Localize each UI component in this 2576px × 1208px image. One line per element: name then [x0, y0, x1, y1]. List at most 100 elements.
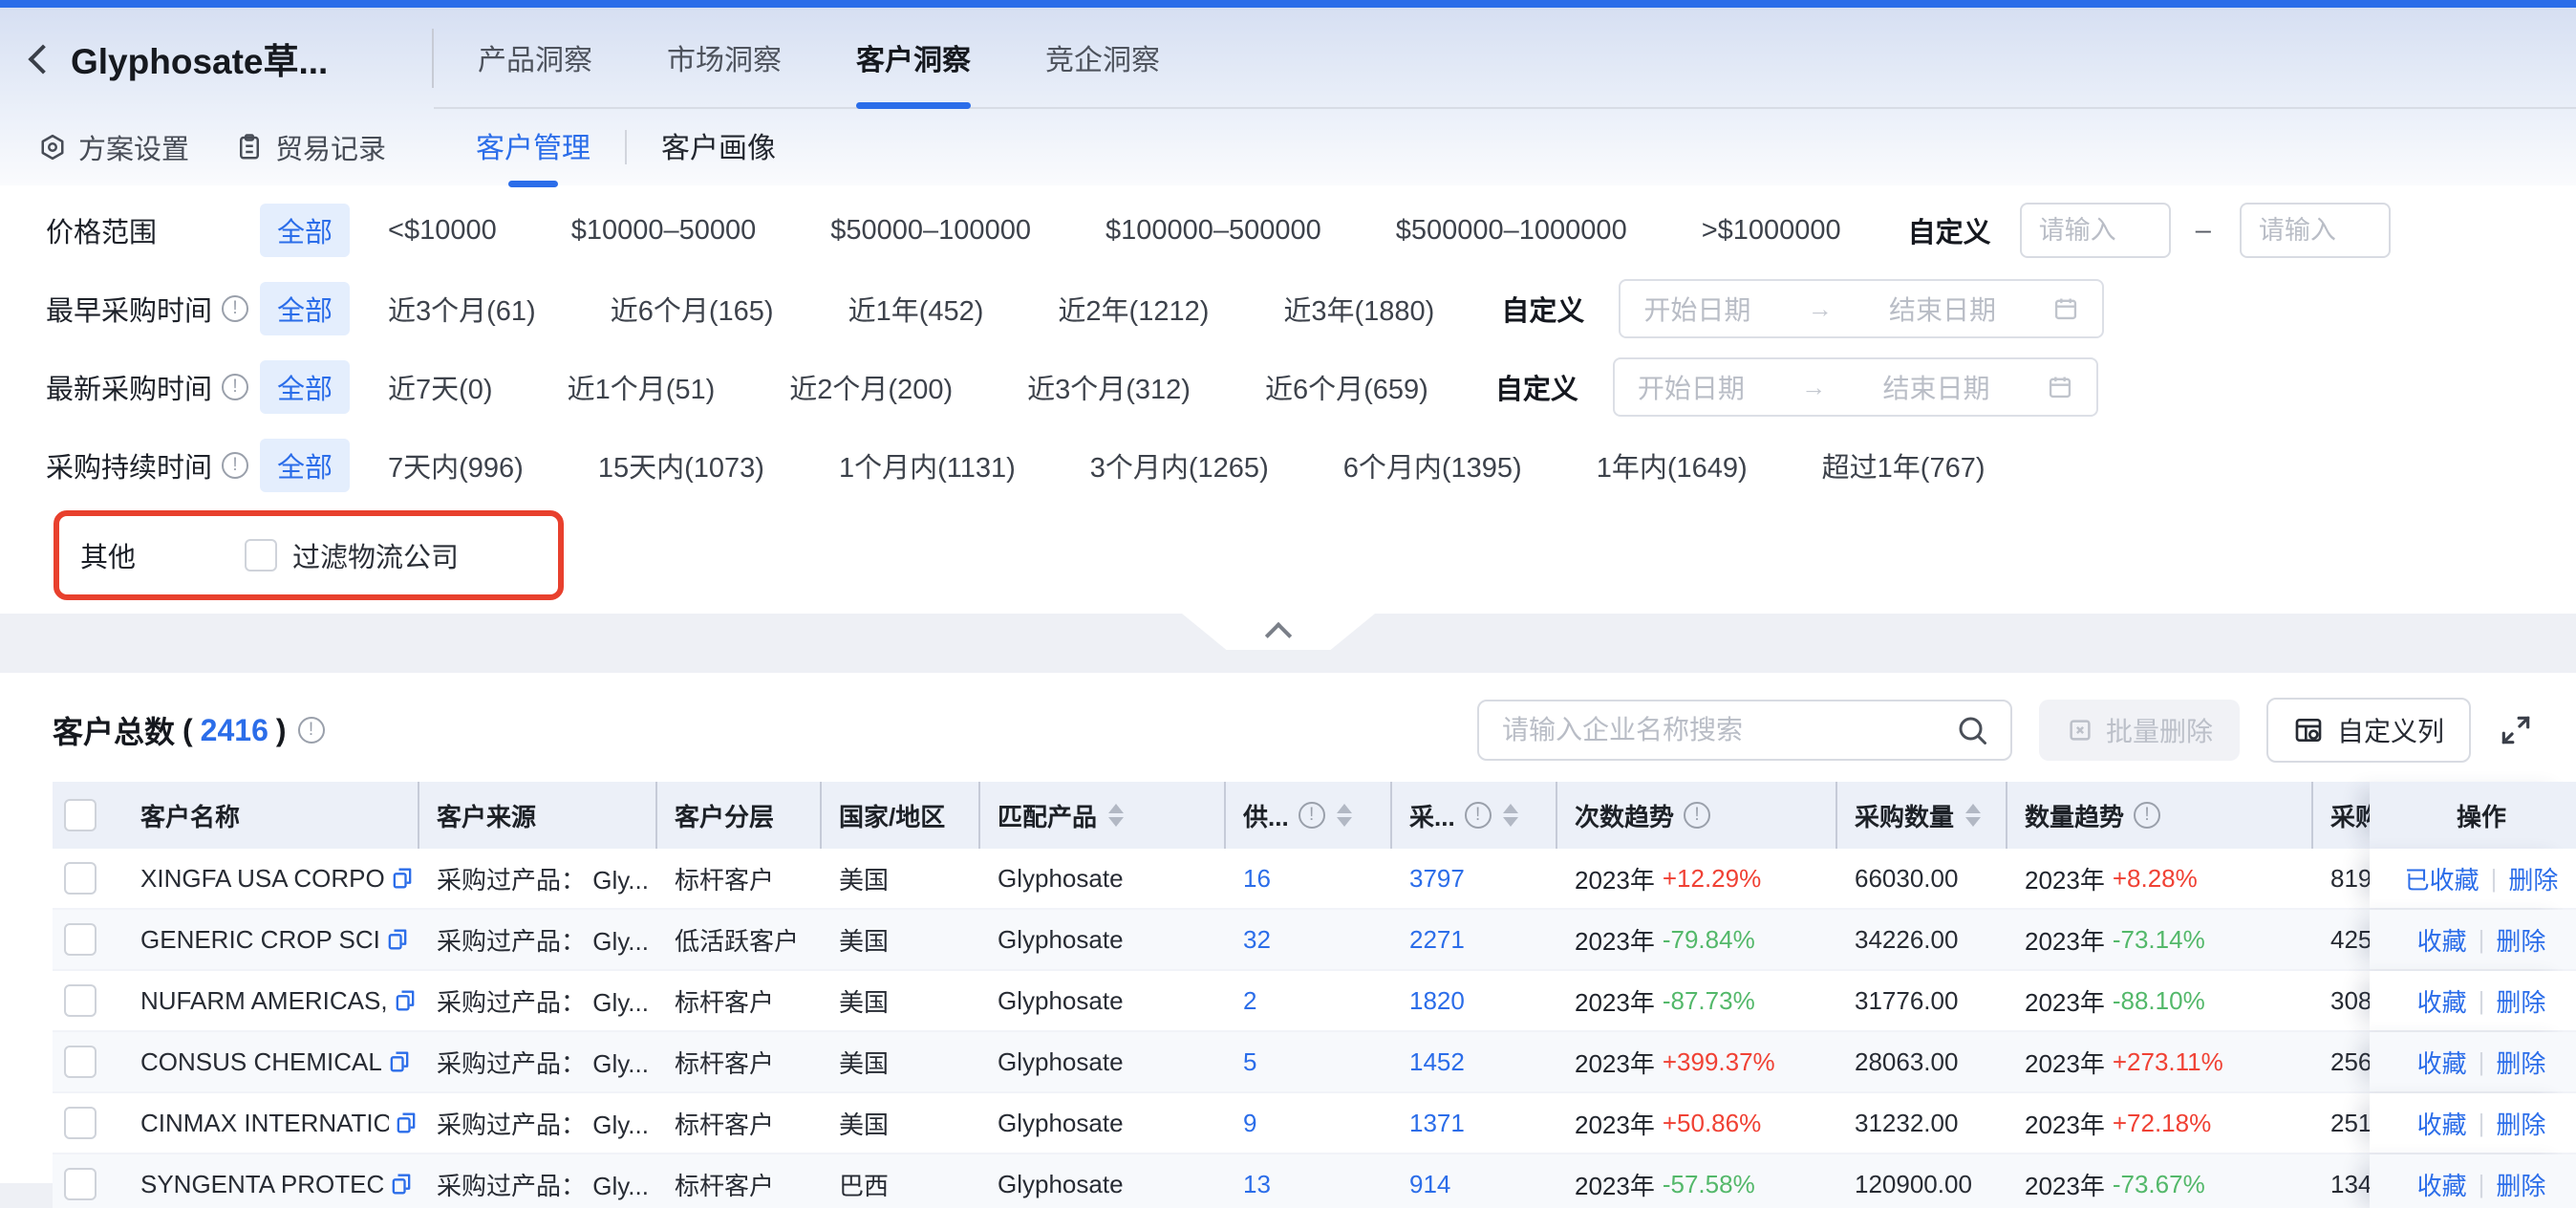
- trade-records-link[interactable]: 贸易记录: [235, 127, 386, 167]
- latest-option[interactable]: 近7天(0): [388, 367, 493, 407]
- earliest-custom-label[interactable]: 自定义: [1501, 289, 1584, 329]
- earliest-option[interactable]: 近1年(452): [848, 289, 984, 329]
- earliest-option[interactable]: 近3年(1880): [1283, 289, 1434, 329]
- duration-all-option[interactable]: 全部: [260, 439, 350, 492]
- filter-logistics-label[interactable]: 过滤物流公司: [292, 535, 459, 575]
- scheme-settings-link[interactable]: 方案设置: [38, 127, 189, 167]
- favorited-button[interactable]: 已收藏: [2405, 861, 2479, 896]
- delete-button[interactable]: 删除: [2496, 922, 2545, 958]
- delete-button[interactable]: 删除: [2496, 1045, 2545, 1080]
- latest-option[interactable]: 近6个月(659): [1265, 367, 1428, 407]
- sort-icon[interactable]: [1108, 804, 1124, 827]
- purchases-count-link[interactable]: 2271: [1409, 925, 1465, 955]
- suppliers-count-link[interactable]: 13: [1243, 1170, 1271, 1199]
- table-row[interactable]: CINMAX INTERNATIO 采购过产品： Gly... 标杆客户 美国 …: [53, 1093, 2576, 1154]
- col-frequency-trend[interactable]: 次数趋势: [1557, 782, 1837, 849]
- col-matched-product[interactable]: 匹配产品: [980, 782, 1226, 849]
- row-checkbox[interactable]: [64, 1107, 97, 1139]
- earliest-daterange-picker[interactable]: 开始日期 → 结束日期: [1619, 279, 2104, 338]
- duration-option[interactable]: 超过1年(767): [1822, 445, 1986, 485]
- favorite-button[interactable]: 收藏: [2417, 1106, 2467, 1141]
- duration-option[interactable]: 7天内(996): [388, 445, 524, 485]
- latest-option[interactable]: 近3个月(312): [1027, 367, 1191, 407]
- purchases-count-link[interactable]: 1820: [1409, 986, 1465, 1016]
- copy-icon[interactable]: [392, 987, 419, 1014]
- earliest-option[interactable]: 近3个月(61): [388, 289, 536, 329]
- duration-option[interactable]: 15天内(1073): [598, 445, 764, 485]
- col-country[interactable]: 国家/地区: [822, 782, 980, 849]
- favorite-button[interactable]: 收藏: [2417, 1045, 2467, 1080]
- purchases-count-link[interactable]: 1452: [1409, 1047, 1465, 1077]
- row-checkbox[interactable]: [64, 862, 97, 895]
- favorite-button[interactable]: 收藏: [2417, 1167, 2467, 1202]
- table-row[interactable]: GENERIC CROP SCI 采购过产品： Gly... 低活跃客户 美国 …: [53, 910, 2576, 971]
- fullscreen-expand-icon[interactable]: [2498, 712, 2534, 748]
- suppliers-count-link[interactable]: 5: [1243, 1047, 1256, 1077]
- collapse-filters-button[interactable]: [1182, 614, 1375, 650]
- tab-market-insight[interactable]: 市场洞察: [667, 8, 782, 107]
- sort-icon[interactable]: [1503, 804, 1518, 827]
- price-min-input[interactable]: [2020, 203, 2171, 258]
- copy-icon[interactable]: [389, 865, 416, 892]
- latest-custom-label[interactable]: 自定义: [1495, 367, 1578, 407]
- table-row[interactable]: SYNGENTA PROTEC 采购过产品： Gly... 标杆客户 巴西 Gl…: [53, 1154, 2576, 1208]
- col-customer-name[interactable]: 客户名称: [123, 782, 419, 849]
- suppliers-count-link[interactable]: 2: [1243, 986, 1256, 1016]
- col-purchase-quantity[interactable]: 采购数量: [1837, 782, 2007, 849]
- tab-competitor-insight[interactable]: 竞企洞察: [1045, 8, 1160, 107]
- delete-button[interactable]: 删除: [2496, 1167, 2545, 1202]
- latest-daterange-picker[interactable]: 开始日期 → 结束日期: [1613, 357, 2098, 417]
- company-search-input[interactable]: [1500, 714, 1955, 746]
- suppliers-count-link[interactable]: 9: [1243, 1109, 1256, 1138]
- search-icon[interactable]: [1955, 713, 1989, 747]
- table-row[interactable]: NUFARM AMERICAS, 采购过产品： Gly... 标杆客户 美国 G…: [53, 971, 2576, 1032]
- price-option[interactable]: $500000–1000000: [1396, 215, 1627, 247]
- price-option[interactable]: $10000–50000: [571, 215, 757, 247]
- price-all-option[interactable]: 全部: [260, 204, 350, 257]
- price-max-input[interactable]: [2240, 203, 2391, 258]
- copy-icon[interactable]: [393, 1110, 419, 1136]
- col-customer-tier[interactable]: 客户分层: [657, 782, 822, 849]
- table-row[interactable]: CONSUS CHEMICAL 采购过产品： Gly... 标杆客户 美国 Gl…: [53, 1032, 2576, 1093]
- col-quantity-trend[interactable]: 数量趋势: [2007, 782, 2313, 849]
- copy-icon[interactable]: [388, 1171, 415, 1197]
- suppliers-count-link[interactable]: 16: [1243, 864, 1271, 894]
- sort-icon[interactable]: [1337, 804, 1352, 827]
- price-option[interactable]: $100000–500000: [1106, 215, 1321, 247]
- duration-option[interactable]: 6个月内(1395): [1343, 445, 1522, 485]
- price-custom-label[interactable]: 自定义: [1908, 210, 1991, 250]
- subtab-customer-profile[interactable]: 客户画像: [661, 124, 776, 170]
- delete-button[interactable]: 删除: [2496, 983, 2545, 1019]
- custom-columns-button[interactable]: 自定义列: [2266, 698, 2471, 763]
- row-checkbox[interactable]: [64, 1168, 97, 1200]
- col-purchases[interactable]: 采...: [1392, 782, 1557, 849]
- delete-button[interactable]: 删除: [2496, 1106, 2545, 1141]
- earliest-all-option[interactable]: 全部: [260, 282, 350, 335]
- batch-delete-button[interactable]: 批量删除: [2039, 700, 2240, 761]
- col-suppliers[interactable]: 供...: [1226, 782, 1392, 849]
- purchases-count-link[interactable]: 1371: [1409, 1109, 1465, 1138]
- tab-product-insight[interactable]: 产品洞察: [478, 8, 592, 107]
- duration-option[interactable]: 3个月内(1265): [1090, 445, 1269, 485]
- delete-button[interactable]: 删除: [2508, 861, 2558, 896]
- price-option[interactable]: >$1000000: [1702, 215, 1841, 247]
- purchases-count-link[interactable]: 914: [1409, 1170, 1450, 1199]
- select-all-checkbox[interactable]: [64, 799, 97, 831]
- favorite-button[interactable]: 收藏: [2417, 983, 2467, 1019]
- filter-logistics-checkbox[interactable]: [245, 539, 277, 572]
- row-checkbox[interactable]: [64, 923, 97, 956]
- col-customer-source[interactable]: 客户来源: [419, 782, 657, 849]
- suppliers-count-link[interactable]: 32: [1243, 925, 1271, 955]
- price-option[interactable]: $50000–100000: [830, 215, 1031, 247]
- back-icon[interactable]: [28, 44, 57, 74]
- copy-icon[interactable]: [386, 1048, 413, 1075]
- sort-icon[interactable]: [1965, 804, 1981, 827]
- tab-customer-insight[interactable]: 客户洞察: [856, 8, 971, 107]
- latest-all-option[interactable]: 全部: [260, 360, 350, 414]
- latest-option[interactable]: 近2个月(200): [789, 367, 953, 407]
- price-option[interactable]: <$10000: [388, 215, 497, 247]
- row-checkbox[interactable]: [64, 1046, 97, 1078]
- row-checkbox[interactable]: [64, 984, 97, 1017]
- favorite-button[interactable]: 收藏: [2417, 922, 2467, 958]
- latest-option[interactable]: 近1个月(51): [568, 367, 716, 407]
